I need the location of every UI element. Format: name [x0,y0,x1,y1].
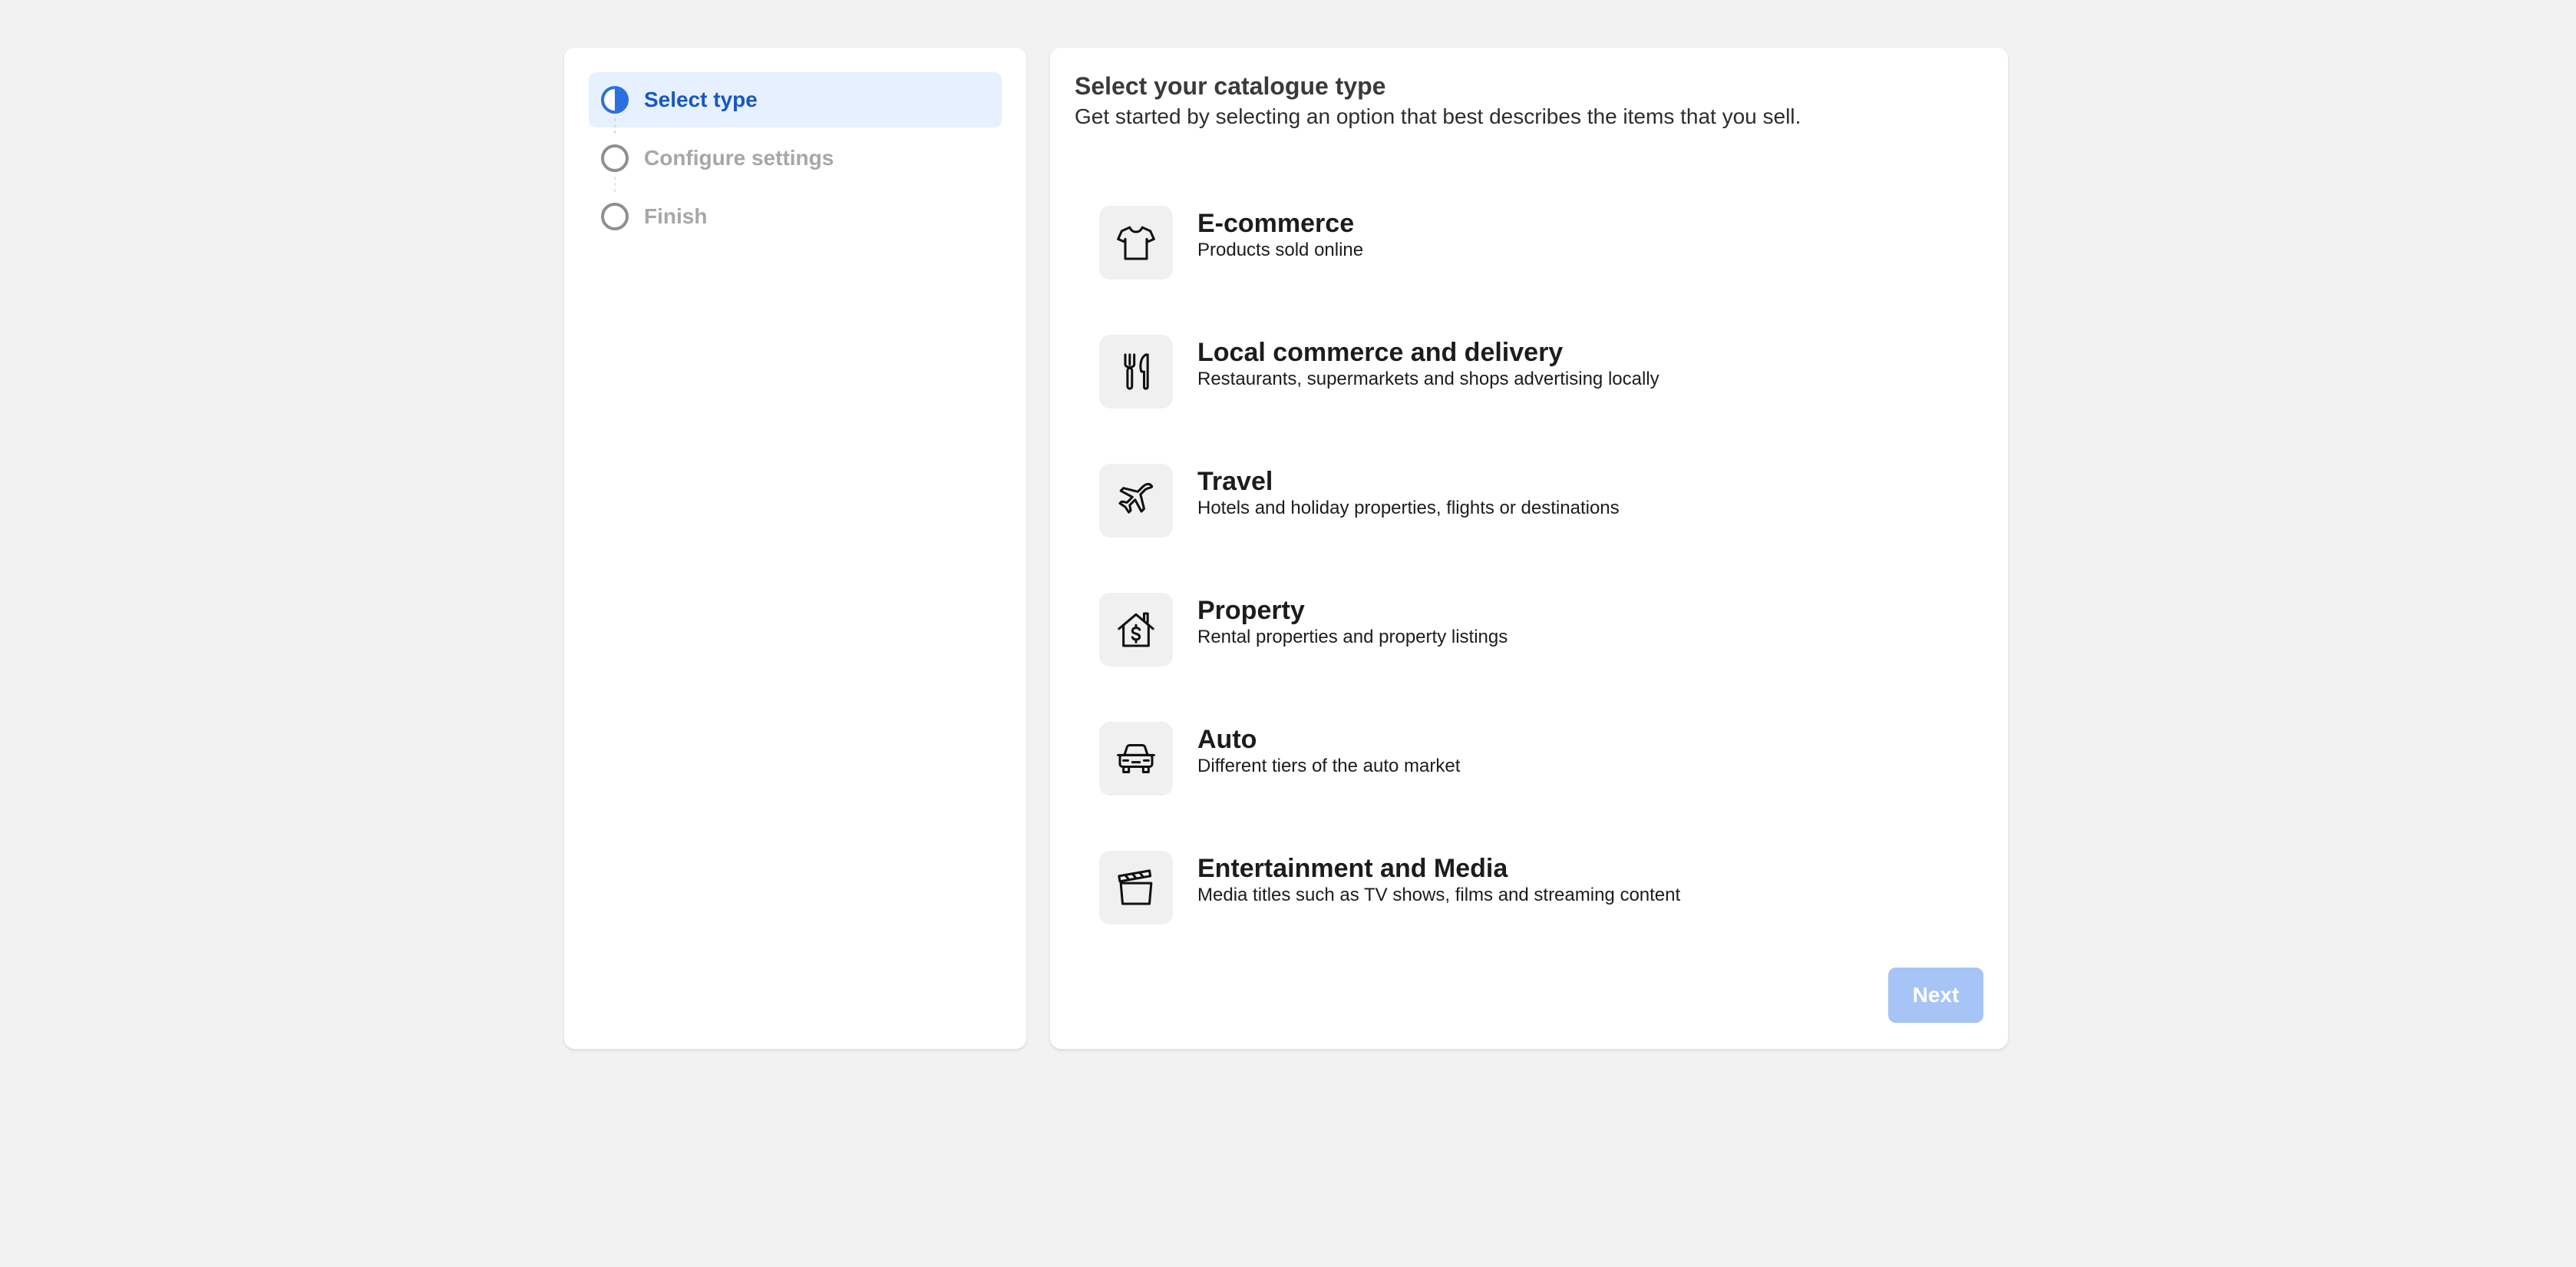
step-list: Select type Configure settings Finish [589,72,1002,247]
option-e-commerce[interactable]: E-commerce Products sold online [1099,206,1974,283]
next-button[interactable]: Next [1888,968,1983,1023]
catalogue-type-options: E-commerce Products sold online Local co… [1099,206,1974,980]
option-title: Property [1197,596,1305,625]
fork-knife-icon [1099,335,1173,409]
catalogue-type-panel: Select your catalogue type Get started b… [1050,48,2008,1049]
step-configure-settings[interactable]: Configure settings [589,131,1002,195]
option-title: Auto [1197,725,1257,754]
page-title: Select your catalogue type [1075,72,1386,100]
option-title: Entertainment and Media [1197,854,1508,883]
t-shirt-icon [1099,206,1173,280]
option-description: Hotels and holiday properties, flights o… [1197,498,1620,518]
option-description: Restaurants, supermarkets and shops adve… [1197,369,1660,389]
steps-panel: Select type Configure settings Finish [564,48,1026,1049]
airplane-icon [1099,464,1173,538]
option-description: Products sold online [1197,240,1364,260]
car-icon [1099,722,1173,796]
option-title: Local commerce and delivery [1197,338,1564,367]
step-label: Configure settings [644,146,834,170]
option-title: Travel [1197,467,1273,496]
option-property[interactable]: Property Rental properties and property … [1099,593,1974,670]
page-subtitle: Get started by selecting an option that … [1075,104,1802,128]
step-select-type[interactable]: Select type [589,72,1002,137]
option-travel[interactable]: Travel Hotels and holiday properties, fl… [1099,464,1974,541]
clapperboard-icon [1099,851,1173,925]
option-description: Media titles such as TV shows, films and… [1197,885,1681,905]
option-title: E-commerce [1197,209,1355,238]
option-local-commerce[interactable]: Local commerce and delivery Restaurants,… [1099,335,1974,412]
step-progress-half-icon [601,86,629,114]
option-description: Rental properties and property listings [1197,627,1508,647]
option-entertainment-media[interactable]: Entertainment and Media Media titles suc… [1099,851,1974,928]
step-label: Select type [644,88,758,111]
option-auto[interactable]: Auto Different tiers of the auto market [1099,722,1974,799]
house-dollar-icon [1099,593,1173,667]
step-label: Finish [644,204,708,228]
step-empty-circle-icon [601,144,629,172]
step-empty-circle-icon [601,203,629,230]
step-finish[interactable]: Finish [589,189,1002,244]
option-description: Different tiers of the auto market [1197,756,1461,776]
